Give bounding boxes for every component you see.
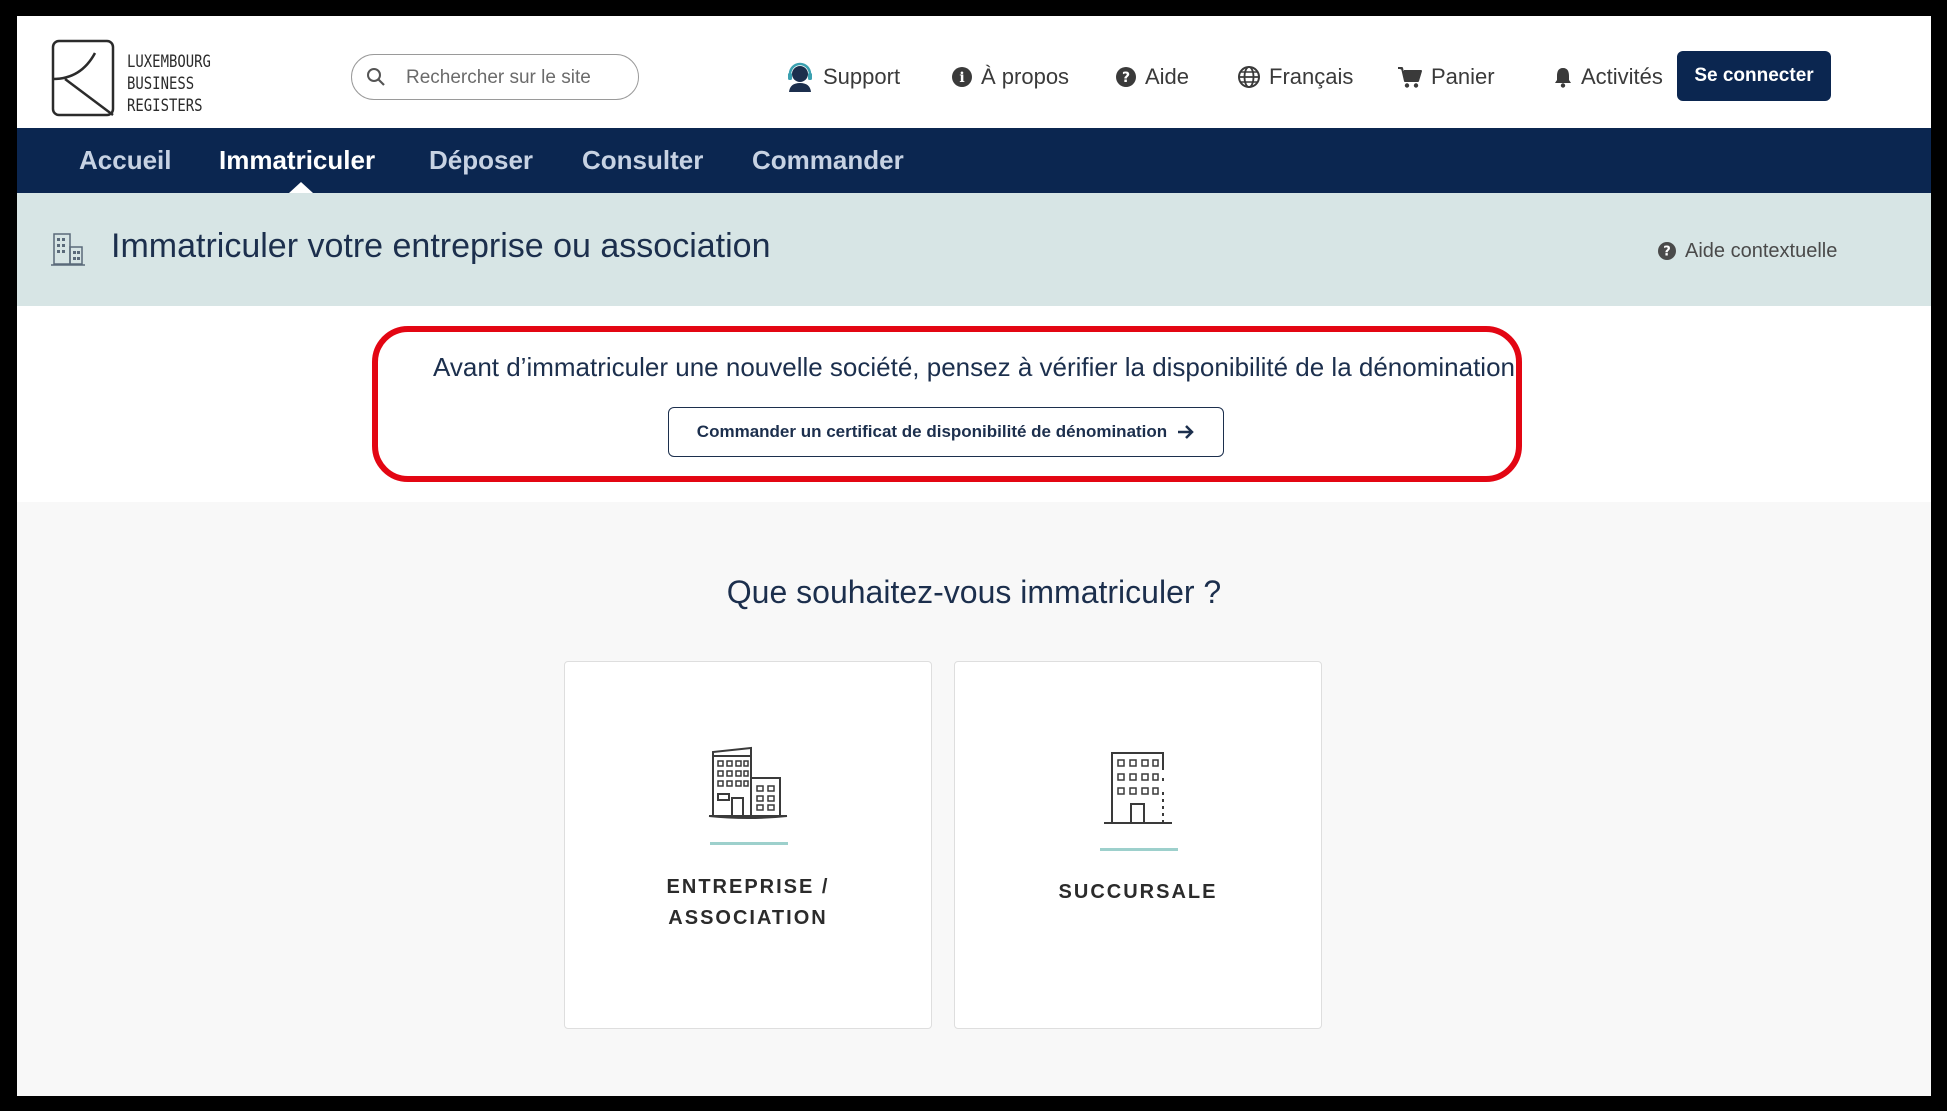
buildings-icon (51, 233, 85, 266)
main-nav-commander[interactable]: Commander (752, 128, 904, 193)
buildings-icon (565, 746, 931, 822)
globe-icon (1237, 65, 1261, 89)
nav-support[interactable]: Support (785, 60, 900, 94)
question-icon: ? (1657, 241, 1677, 261)
cart-icon (1397, 65, 1423, 89)
main-nav-consulter[interactable]: Consulter (582, 128, 703, 193)
card-accent-line (1100, 848, 1178, 851)
registration-question: Que souhaitez-vous immatriculer ? (726, 574, 1222, 610)
active-tab-indicator (289, 182, 313, 193)
main-nav-deposer[interactable]: Déposer (429, 128, 533, 193)
logo-line: REGISTERS (127, 96, 203, 116)
svg-text:?: ? (1663, 245, 1671, 260)
info-icon: i (951, 66, 973, 88)
login-button[interactable]: Se connecter (1677, 51, 1831, 101)
nav-help[interactable]: ? Aide (1115, 60, 1189, 94)
option-label-line: SUCCURSALE (1058, 881, 1218, 903)
order-certificate-button[interactable]: Commander un certificat de disponibilité… (668, 407, 1224, 457)
logo-text: LUXEMBOURG BUSINESS REGISTERS (127, 51, 211, 117)
top-header: LUXEMBOURG BUSINESS REGISTERS Rechercher… (17, 16, 1931, 128)
order-certificate-label: Commander un certificat de disponibilité… (696, 422, 1168, 441)
lbr-logo-icon (51, 39, 115, 117)
page: LUXEMBOURG BUSINESS REGISTERS Rechercher… (17, 16, 1931, 1096)
card-accent-line (710, 842, 788, 845)
nav-about[interactable]: i À propos (951, 60, 1069, 94)
bell-icon (1553, 66, 1573, 88)
contextual-help-label: Aide contextuelle (1685, 239, 1838, 262)
page-header: Immatriculer votre entreprise ou associa… (17, 193, 1931, 306)
search-box (351, 54, 639, 100)
nav-language[interactable]: Français (1237, 60, 1353, 94)
notice-section: Avant d’immatriculer une nouvelle sociét… (17, 306, 1931, 502)
nav-label: À propos (981, 64, 1070, 89)
option-label: SUCCURSALE (955, 877, 1321, 908)
main-nav-accueil[interactable]: Accueil (79, 128, 172, 193)
nav-label: Panier (1431, 64, 1495, 89)
option-card-entreprise[interactable]: ENTREPRISE / ASSOCIATION (564, 661, 932, 1029)
nav-label: Activités (1581, 64, 1663, 89)
page-title: Immatriculer votre entreprise ou associa… (111, 227, 771, 265)
nav-label: Support (823, 64, 901, 89)
nav-label: Aide (1145, 64, 1190, 89)
question-icon: ? (1115, 66, 1137, 88)
option-card-succursale[interactable]: SUCCURSALE (954, 661, 1322, 1029)
headset-icon (785, 62, 815, 92)
nav-cart[interactable]: Panier (1397, 60, 1495, 94)
search-icon[interactable] (366, 67, 386, 87)
option-label-line: ENTREPRISE / (666, 876, 830, 898)
nav-activities[interactable]: Activités (1553, 60, 1663, 94)
svg-text:i: i (959, 70, 964, 86)
svg-text:?: ? (1122, 70, 1130, 86)
option-label: ENTREPRISE / ASSOCIATION (565, 872, 931, 934)
logo-line: BUSINESS (127, 74, 195, 94)
search-input[interactable] (404, 63, 628, 93)
site-logo[interactable]: LUXEMBOURG BUSINESS REGISTERS (51, 39, 231, 119)
logo-line: LUXEMBOURG (127, 52, 211, 72)
notice-text: Avant d’immatriculer une nouvelle sociét… (432, 352, 1516, 382)
contextual-help-link[interactable]: ? Aide contextuelle (1657, 237, 1837, 265)
option-label-line: ASSOCIATION (668, 907, 828, 929)
arrow-right-icon (1177, 424, 1195, 440)
building-icon (955, 750, 1321, 826)
nav-label: Français (1269, 64, 1354, 89)
